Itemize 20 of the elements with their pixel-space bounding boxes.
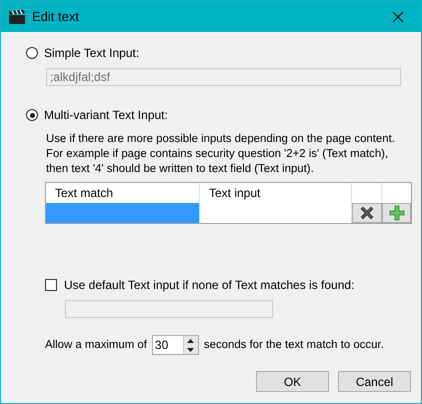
plus-icon	[388, 205, 404, 221]
checkbox-option[interactable]: Use default Text input if none of Text matches is found:	[45, 278, 354, 292]
cancel-button[interactable]: Cancel	[338, 371, 411, 392]
column-header: Text input	[200, 183, 352, 203]
window-title: Edit text	[32, 9, 80, 24]
spin-down-icon	[186, 346, 196, 352]
text-field[interactable]	[65, 300, 273, 318]
table-cell[interactable]	[46, 203, 200, 223]
close-icon	[392, 10, 404, 22]
number-spinner[interactable]: 30	[152, 335, 199, 355]
radio-option[interactable]: Simple Text Input:	[26, 46, 140, 60]
description-text: Use if there are more possible inputs depending on the page content. For example if page contains security question '2+2 is' (Text match), then text '4' should be written to text field (Text input).	[46, 132, 396, 177]
timeout-label: seconds for the text match to occur.	[204, 339, 384, 351]
clapperboard-icon	[9, 10, 25, 24]
timeout-label: Allow a maximum of	[45, 339, 147, 351]
delete-button[interactable]	[352, 203, 382, 223]
spin-up-icon	[186, 338, 196, 344]
ok-button[interactable]: OK	[256, 371, 329, 392]
delete-icon	[359, 205, 375, 221]
radio-option[interactable]: Multi-variant Text Input:	[26, 108, 168, 122]
